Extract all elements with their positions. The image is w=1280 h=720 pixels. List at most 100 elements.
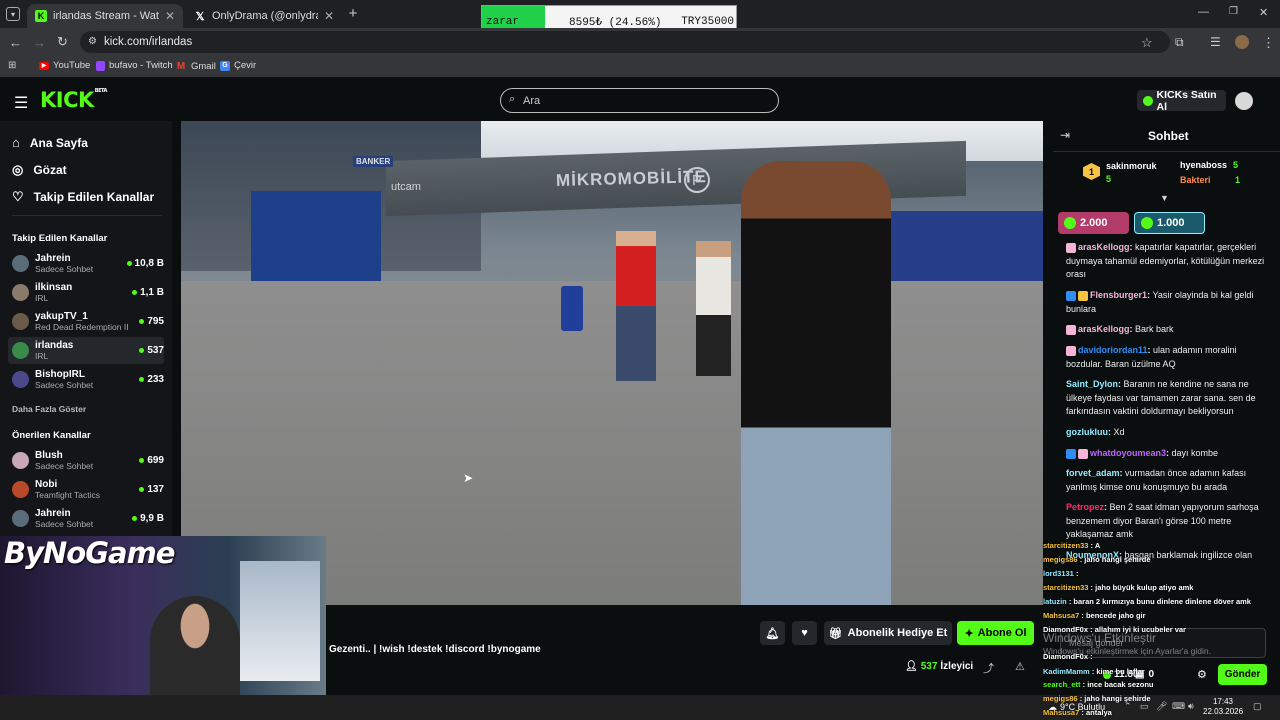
reload-icon[interactable]: ↻ [57, 34, 68, 50]
bookmark-star-icon[interactable]: ☆ [1141, 35, 1153, 51]
sidebar-divider [12, 215, 162, 216]
bookmark-gmail[interactable]: M Gmail [175, 60, 216, 72]
chat-username[interactable]: forvet_adam [1066, 468, 1120, 478]
pinned-kicks-1[interactable]: 2.000 [1058, 212, 1129, 234]
live-dot-icon [139, 348, 145, 353]
notification-center-icon[interactable]: ▢ [1253, 701, 1262, 712]
maximize-icon[interactable]: ❐ [1229, 6, 1238, 17]
address-bar[interactable]: kick.com/irlandas [80, 31, 1170, 53]
viewer-count: 137 [139, 484, 164, 495]
chat-username[interactable]: gozlukluu [1066, 427, 1108, 437]
chat-username[interactable]: arasKellogg [1078, 324, 1130, 334]
live-dot-icon [132, 290, 138, 295]
live-dot-icon [139, 377, 145, 382]
close-tab-icon[interactable]: ✕ [324, 9, 334, 23]
chat-username[interactable]: whatdoyoumean3 [1090, 448, 1166, 458]
network-icon[interactable]: ⌨ [1172, 701, 1185, 712]
user-avatar[interactable] [1235, 92, 1253, 110]
channel-name: Nobi [35, 479, 58, 490]
volume-icon[interactable]: 🔊︎ [1188, 701, 1194, 712]
overlay-text: jaho hangi şehirde [1084, 555, 1151, 564]
youtube-icon: ▶ [39, 61, 49, 70]
followed-channel[interactable]: Jahrein Sadece Sohbet 10,8 B [8, 250, 164, 277]
follow-heart-button[interactable]: ♥ [792, 621, 817, 645]
subscribe-label: Abone Ol [977, 627, 1027, 639]
nav-browse[interactable]: ◎ Gözat [12, 162, 67, 178]
gmail-icon: M [176, 60, 186, 72]
minimize-icon[interactable]: — [1198, 6, 1209, 18]
kick-logo[interactable]: KICKBETA [40, 88, 107, 112]
bookmark-translate[interactable]: G Çevir [220, 60, 256, 71]
search-input[interactable]: ⌕ Ara [500, 88, 779, 113]
followed-channel-selected[interactable]: irlandas IRL 537 [8, 337, 164, 364]
expand-chevron-icon[interactable]: ▼ [1160, 193, 1169, 203]
back-icon[interactable]: ← [9, 35, 22, 50]
avatar [12, 510, 29, 527]
parking-sign: P [684, 167, 710, 193]
buy-kicks-button[interactable]: KICKs Satın Al [1137, 89, 1226, 113]
nav-home[interactable]: ⌂ Ana Sayfa [12, 135, 88, 150]
stream-title: Gezenti.. | !wish !destek !discord !byno… [329, 644, 541, 655]
nav-following[interactable]: ♡ Takip Edilen Kanallar [12, 189, 154, 205]
collapse-chat-icon[interactable]: ⇥ [1060, 128, 1070, 142]
chat-username[interactable]: Petropez [1066, 502, 1104, 512]
mouse-cursor-icon: ➤ [463, 471, 474, 485]
chat-username[interactable]: davidoriordan11 [1078, 345, 1148, 355]
channel-name: BishopIRL [35, 369, 85, 380]
channel-category: IRL [35, 351, 49, 361]
site-settings-icon[interactable]: ⚙ [88, 36, 97, 47]
notification-bell-button[interactable]: 🔔︎ [760, 621, 785, 645]
share-icon[interactable]: ⤴ [983, 660, 994, 676]
browser-menu-icon[interactable]: ⋮ [1262, 35, 1275, 51]
followed-channel[interactable]: yakupTV_1 Red Dead Redemption II 795 [8, 308, 164, 335]
video-player[interactable]: MİKROMOBİLİTE P utcam BANKER ➤ [181, 121, 1043, 605]
followed-channel[interactable]: ilkinsan IRL 1,1 B [8, 279, 164, 306]
recommended-channel[interactable]: Jahrein Sadece Sohbet 9,9 B [8, 505, 164, 532]
blue-fence-right [881, 211, 1043, 281]
channel-name: yakupTV_1 [35, 311, 88, 322]
extensions-icon[interactable]: ⧉ [1175, 35, 1184, 50]
overlay-text: jaho hangi şehirde [1084, 694, 1151, 703]
viewer-count-value: 537 [147, 345, 164, 356]
recommended-channel[interactable]: Blush Sadece Sohbet 699 [8, 447, 164, 474]
report-icon[interactable]: ⚠ [1015, 660, 1025, 673]
tab-x[interactable]: 𝕏 OnlyDrama (@onlydramaX) / X ✕ [186, 4, 342, 28]
forward-icon[interactable]: → [33, 35, 46, 50]
send-button[interactable]: Gönder [1218, 664, 1267, 685]
tab-kick[interactable]: K irlandas Stream - Watch Live ✕ [27, 4, 183, 28]
leader-name: sakinmoruk [1106, 161, 1157, 171]
channel-name: irlandas [35, 340, 74, 351]
translate-icon: G [220, 60, 230, 71]
new-tab-button[interactable]: + [346, 5, 360, 22]
watermark-line1: Windows'u Etkinleştir [1043, 631, 1156, 645]
subscribe-button[interactable]: ✦ Abone Ol [957, 621, 1034, 645]
bookmark-twitch[interactable]: bufavo - Twitch [96, 60, 173, 71]
followed-channel[interactable]: BishopIRL Sadece Sohbet 233 [8, 366, 164, 393]
chat-settings-icon[interactable]: ⚙ [1197, 668, 1207, 681]
show-more-link[interactable]: Daha Fazla Göster [12, 404, 86, 414]
tab-search-icon[interactable]: ▾ [6, 7, 20, 21]
profile-avatar[interactable] [1235, 35, 1249, 49]
close-window-icon[interactable]: ✕ [1259, 6, 1268, 19]
close-tab-icon[interactable]: ✕ [165, 9, 175, 23]
gift-sub-button[interactable]: 🎁︎ Abonelik Hediye Et [824, 621, 952, 645]
chat-username[interactable]: Flensburger1 [1090, 290, 1147, 300]
leader-count: 5 [1106, 174, 1112, 184]
bookmark-label: Gmail [191, 60, 216, 72]
watermark-line2: Windows'u etkinleştirmek için Ayarlar'a … [1043, 646, 1211, 656]
recommended-channel[interactable]: Nobi Teamfight Tactics 137 [8, 476, 164, 503]
bookmark-label: Çevir [234, 60, 257, 71]
pinned-kicks-2[interactable]: 1.000 [1134, 212, 1205, 234]
microphone-icon[interactable]: 🎤︎ [1156, 701, 1167, 712]
beta-badge: BETA [94, 88, 108, 94]
reading-list-icon[interactable]: ☰ [1210, 35, 1221, 49]
chat-message: Flensburger1: Yasir olayinda bi kal geld… [1066, 290, 1254, 314]
chat-username[interactable]: Saint_Dylon [1066, 379, 1118, 389]
home-icon: ⌂ [12, 135, 20, 150]
clock[interactable]: 17:43 22.03.2026 [1203, 697, 1243, 717]
chat-username[interactable]: arasKellogg [1078, 242, 1130, 252]
apps-grid-icon[interactable]: ⊞ [8, 60, 16, 71]
hamburger-menu-icon[interactable]: ☰ [14, 93, 28, 113]
leader-count: 5 [1233, 160, 1239, 170]
bookmark-youtube[interactable]: ▶ YouTube [39, 60, 90, 71]
